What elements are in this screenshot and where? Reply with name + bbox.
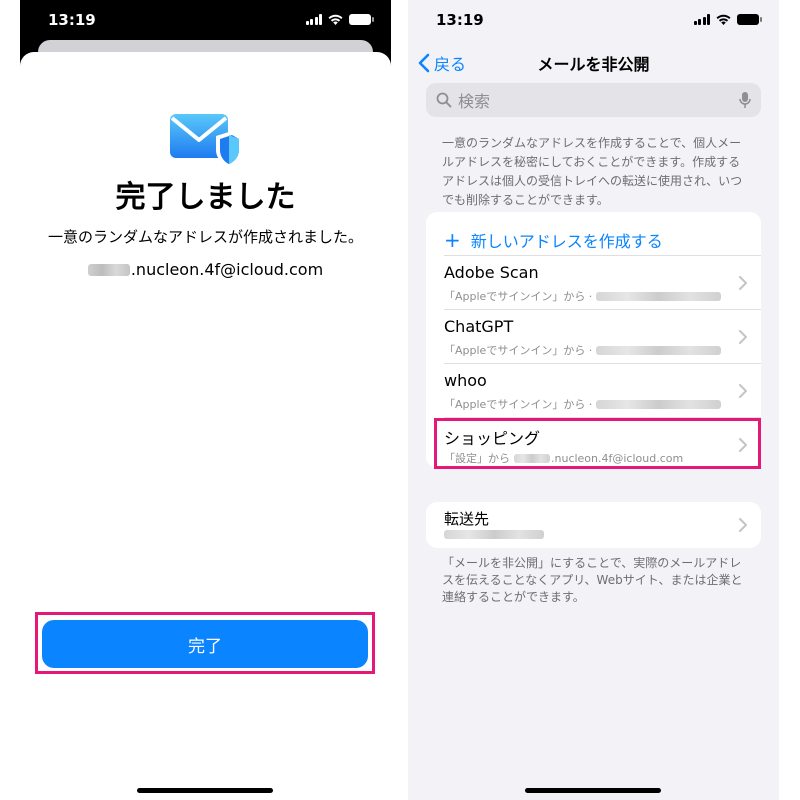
microphone-icon[interactable] — [739, 91, 751, 109]
status-bar: 13:19 — [408, 0, 779, 40]
list-item-title: Adobe Scan — [444, 263, 539, 282]
battery-icon — [349, 14, 374, 25]
search-icon — [436, 92, 452, 108]
status-time: 13:19 — [436, 11, 484, 29]
chevron-right-icon — [739, 384, 747, 398]
chevron-right-icon — [739, 330, 747, 344]
list-item-whoo[interactable]: whoo 「Appleでサインイン」から · — [444, 364, 761, 418]
search-input[interactable]: 検索 — [426, 83, 761, 117]
list-item-subtitle: 「Appleでサインイン」から · — [444, 288, 722, 304]
list-item-chatgpt[interactable]: ChatGPT 「Appleでサインイン」から · — [444, 310, 761, 364]
highlight-frame — [434, 418, 761, 469]
plus-icon: + — [444, 228, 461, 252]
generated-email: .nucleon.4f@icloud.com — [20, 260, 391, 279]
back-button[interactable]: 戻る — [418, 51, 466, 75]
status-icons — [693, 14, 762, 25]
redacted-email — [444, 530, 544, 539]
add-address-label: 新しいアドレスを作成する — [470, 232, 663, 251]
cellular-signal-icon — [693, 14, 710, 25]
right-phone-screen: 13:19 メールを非公開 戻る 検索 一意のランダムなアドレスを作成することで… — [408, 0, 779, 800]
info-description: 一意のランダムなアドレスを作成することで、個人メールアドレスを秘密にしておくこと… — [442, 136, 743, 207]
list-item-subtitle: 「Appleでサインイン」から · — [444, 342, 722, 358]
chevron-right-icon — [739, 518, 747, 532]
back-label: 戻る — [434, 55, 467, 74]
forward-to-row[interactable]: 転送先 — [444, 502, 761, 548]
status-bar: 13:19 — [20, 0, 391, 40]
completion-sheet: 完了しました 一意のランダムなアドレスが作成されました。 .nucleon.4f… — [20, 52, 391, 800]
wifi-icon — [716, 14, 731, 25]
status-icons — [305, 14, 374, 25]
generated-email-text: .nucleon.4f@icloud.com — [130, 260, 324, 279]
home-indicator — [137, 788, 273, 793]
footer-description: 「メールを非公開」にすることで、実際のメールアドレスを伝えることなくアプリ、We… — [442, 556, 743, 604]
add-address-button[interactable]: + 新しいアドレスを作成する — [444, 212, 761, 256]
wifi-icon — [328, 14, 343, 25]
list-item-title: whoo — [444, 371, 487, 390]
home-indicator — [525, 788, 661, 793]
redacted-email — [596, 291, 722, 301]
mail-shield-icon — [170, 114, 242, 168]
chevron-right-icon — [739, 276, 747, 290]
list-item-adobe-scan[interactable]: Adobe Scan 「Appleでサインイン」から · — [444, 256, 761, 310]
chevron-left-icon — [418, 53, 430, 73]
list-item-title: ChatGPT — [444, 317, 514, 336]
forward-label: 転送先 — [444, 510, 490, 528]
search-placeholder: 検索 — [458, 92, 491, 111]
completion-title: 完了しました — [115, 180, 296, 215]
status-time: 13:19 — [48, 11, 96, 29]
list-item-subtitle: 「Appleでサインイン」から · — [444, 396, 722, 412]
redacted-email — [596, 399, 722, 409]
battery-icon — [737, 14, 762, 25]
redacted-prefix — [87, 263, 130, 276]
done-button[interactable]: 完了 — [42, 620, 368, 668]
left-phone-screen: 13:19 完了しました 一意のランダムなアドレスが作成されました。 .nucl… — [20, 0, 391, 800]
forward-card: 転送先 — [426, 502, 761, 548]
redacted-email — [596, 345, 722, 355]
cellular-signal-icon — [305, 14, 322, 25]
completion-description: 一意のランダムなアドレスが作成されました。 — [47, 228, 363, 246]
